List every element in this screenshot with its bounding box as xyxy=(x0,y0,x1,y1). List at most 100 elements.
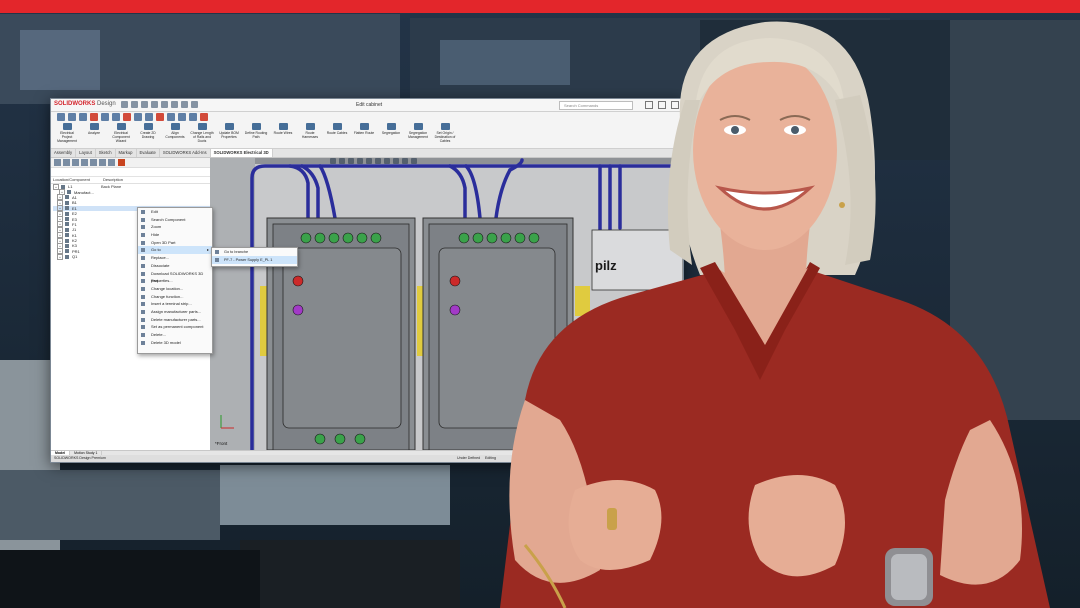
undo-icon[interactable] xyxy=(171,101,178,108)
tool-icon[interactable] xyxy=(189,113,197,121)
tool-icon[interactable] xyxy=(178,113,186,121)
context-menu-item[interactable]: Assign manufacturer parts... xyxy=(138,308,212,316)
hide-show-icon[interactable] xyxy=(384,158,390,164)
ribbon-button[interactable]: Route Cables xyxy=(325,123,349,143)
zoom-area-icon[interactable] xyxy=(339,158,345,164)
ribbon-button[interactable]: Electrical Project Management xyxy=(55,123,79,143)
ribbon-button[interactable]: Flatten Route xyxy=(352,123,376,143)
context-menu-item[interactable]: Edit xyxy=(138,208,212,216)
tool-icon[interactable] xyxy=(68,113,76,121)
ribbon-button[interactable]: Segregation xyxy=(379,123,403,143)
context-menu-item[interactable]: Replace... xyxy=(138,254,212,262)
context-menu-item[interactable]: Delete... xyxy=(138,331,212,339)
context-menu-item[interactable]: Zoom xyxy=(138,223,212,231)
column-header[interactable]: Location/Component xyxy=(51,177,101,183)
display-style-icon[interactable] xyxy=(375,158,381,164)
context-menu-item[interactable]: Download SOLIDWORKS 3D part... xyxy=(138,270,212,283)
ribbon-button-label: Segregation Management xyxy=(408,131,428,139)
options-gear-icon[interactable] xyxy=(191,101,198,108)
tree-tab-icon[interactable] xyxy=(81,159,88,166)
context-menu-item[interactable]: Change function... xyxy=(138,293,212,301)
tool-icon[interactable] xyxy=(134,113,142,121)
tree-tab-icon[interactable] xyxy=(118,159,125,166)
view-heads-up-toolbar xyxy=(330,158,417,164)
menu-item-label: Go to xyxy=(151,247,161,253)
view-settings-icon[interactable] xyxy=(411,158,417,164)
menu-item-icon xyxy=(141,286,145,291)
tab[interactable]: Markup xyxy=(116,149,137,157)
context-menu: Edit Search Component Zoom Hide Open 3D Part… xyxy=(137,207,213,354)
appearance-icon[interactable] xyxy=(393,158,399,164)
tree-filter-bar[interactable] xyxy=(51,168,210,177)
context-menu-item[interactable]: Delete 3D model xyxy=(138,339,212,347)
print-icon[interactable] xyxy=(161,101,168,108)
tab[interactable]: Evaluate xyxy=(137,149,160,157)
ribbon-button-label: Segregation xyxy=(381,131,401,135)
ribbon-button[interactable]: Define Routing Path xyxy=(244,123,268,143)
tree-tab-icon[interactable] xyxy=(90,159,97,166)
tree-tab-icon[interactable] xyxy=(99,159,106,166)
menu-item-label: Search Component xyxy=(151,216,186,222)
context-menu-item[interactable]: Properties... xyxy=(138,277,212,285)
ribbon-button-icon xyxy=(197,123,207,130)
ribbon-button[interactable]: Route Harnesses xyxy=(298,123,322,143)
context-menu-item[interactable]: Go to ▸ xyxy=(138,246,212,255)
goto-submenu: Go to branche PF-7 - Power Supply E_PL 1 xyxy=(211,247,298,267)
context-menu-item[interactable]: Hide xyxy=(138,231,212,239)
ribbon-button[interactable]: Segregation Management xyxy=(406,123,430,143)
tool-icon[interactable] xyxy=(123,113,131,121)
tab[interactable]: SOLIDWORKS Electrical 3D xyxy=(210,149,273,157)
tree-tab-icon[interactable] xyxy=(63,159,70,166)
component-icon xyxy=(65,195,69,200)
ribbon-button[interactable]: Change Length of Rails and Ducts xyxy=(190,123,214,143)
new-file-icon[interactable] xyxy=(131,101,138,108)
menu-item-icon xyxy=(141,263,145,268)
home-icon[interactable] xyxy=(121,101,128,108)
open-file-icon[interactable] xyxy=(141,101,148,108)
tool-icon[interactable] xyxy=(167,113,175,121)
tab[interactable]: Layout xyxy=(76,149,96,157)
submenu-item[interactable]: PF-7 - Power Supply E_PL 1 xyxy=(212,256,297,264)
context-menu-item[interactable]: Search Component xyxy=(138,216,212,224)
column-header[interactable]: Description xyxy=(101,177,151,183)
ribbon-button[interactable]: Analyze xyxy=(82,123,106,143)
tool-icon[interactable] xyxy=(101,113,109,121)
tree-tab-icon[interactable] xyxy=(108,159,115,166)
tab[interactable]: Sketch xyxy=(96,149,116,157)
context-menu-item[interactable]: Insert a terminal strip... xyxy=(138,300,212,308)
context-menu-item[interactable]: Dissociate xyxy=(138,262,212,270)
scene-icon[interactable] xyxy=(402,158,408,164)
ribbon-button[interactable]: Create 2D Drawing xyxy=(136,123,160,143)
expand-icon[interactable]: + xyxy=(57,253,63,260)
view-orientation-icon[interactable] xyxy=(366,158,372,164)
tool-icon[interactable] xyxy=(156,113,164,121)
tab[interactable]: SOLIDWORKS Add-Ins xyxy=(160,149,211,157)
ribbon-button[interactable]: Update BOM Properties xyxy=(217,123,241,143)
save-icon[interactable] xyxy=(151,101,158,108)
select-icon[interactable] xyxy=(181,101,188,108)
tree-tab-icon[interactable] xyxy=(72,159,79,166)
ribbon-button[interactable]: Electrical Component Wizard xyxy=(109,123,133,143)
context-menu-item[interactable]: Change location... xyxy=(138,285,212,293)
tool-icon[interactable] xyxy=(145,113,153,121)
submenu-item[interactable]: Go to branche xyxy=(212,248,297,256)
tree-row-label: Q1 xyxy=(72,254,78,260)
tool-icon[interactable] xyxy=(90,113,98,121)
tool-icon[interactable] xyxy=(57,113,65,121)
ribbon-button[interactable]: Align Components xyxy=(163,123,187,143)
ribbon-button[interactable]: Route Wires xyxy=(271,123,295,143)
section-view-icon[interactable] xyxy=(357,158,363,164)
zoom-icon[interactable] xyxy=(330,158,336,164)
component-icon xyxy=(65,238,69,243)
context-menu-item[interactable]: Delete manufacturer parts... xyxy=(138,316,212,324)
tool-icon[interactable] xyxy=(112,113,120,121)
tab[interactable]: Assembly xyxy=(51,149,77,157)
tool-icon[interactable] xyxy=(79,113,87,121)
tool-icon[interactable] xyxy=(200,113,208,121)
previous-view-icon[interactable] xyxy=(348,158,354,164)
tree-tab-icon[interactable] xyxy=(54,159,61,166)
context-menu-item[interactable]: Open 3D Part xyxy=(138,239,212,247)
ribbon-button-label: Electrical Component Wizard xyxy=(112,131,130,143)
context-menu-item[interactable]: Set as permanent component xyxy=(138,323,212,331)
ribbon-button-icon xyxy=(224,123,234,130)
